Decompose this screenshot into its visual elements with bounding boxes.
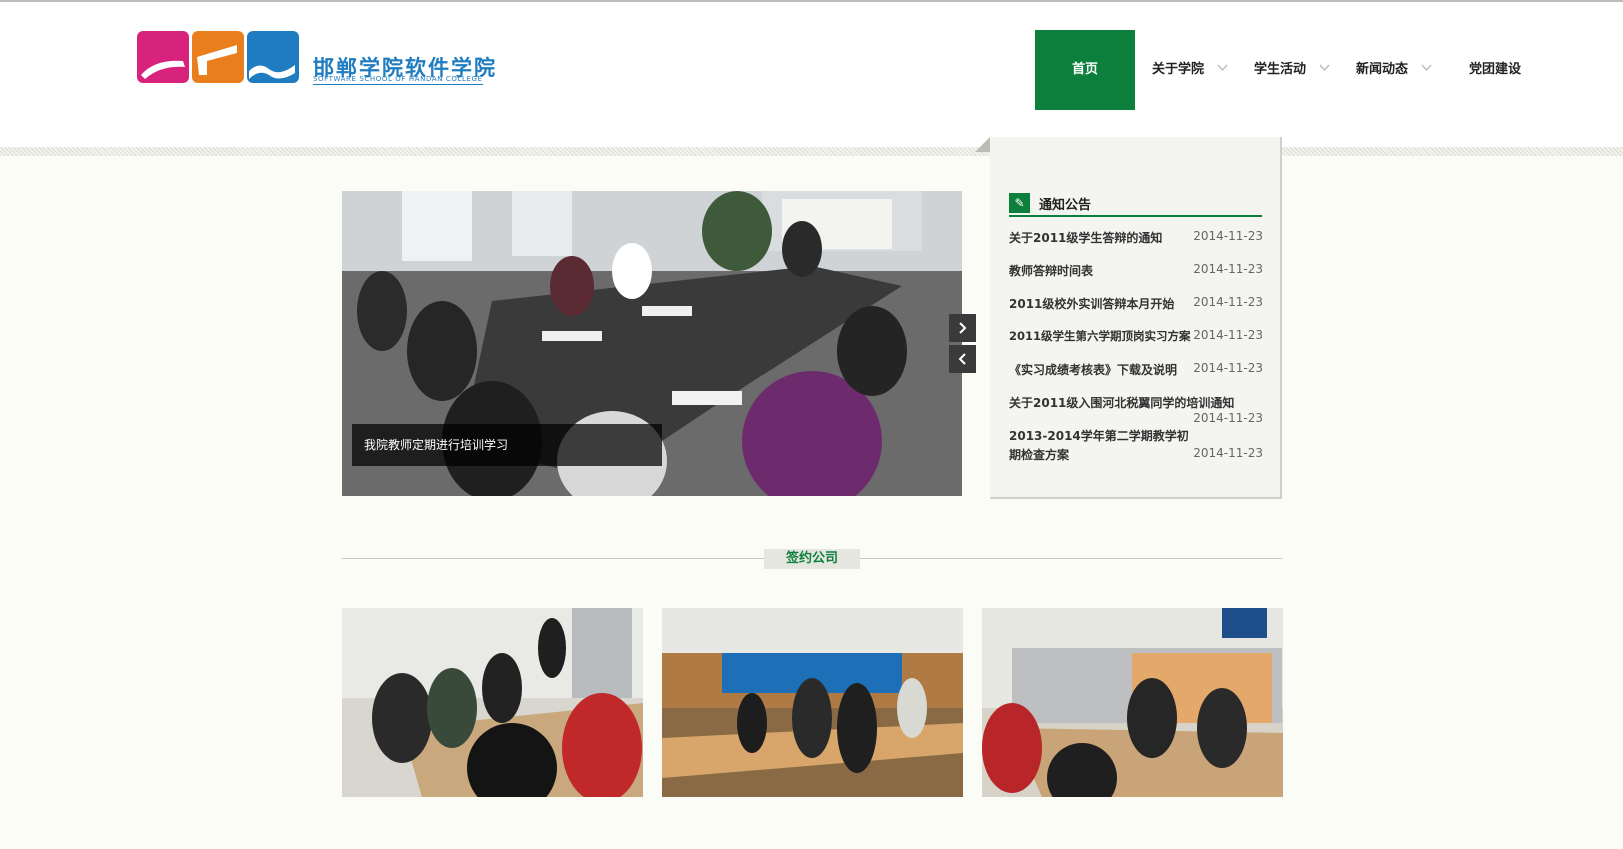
notice-panel: ✎ 通知公告 关于2011级学生答辩的通知 2014-11-23 教师答辩时间表… xyxy=(990,137,1282,499)
company-photo-2[interactable] xyxy=(662,608,963,797)
site-header: 邯郸学院软件学院 SOFTWARE SCHOOL OF HANDAN COLLE… xyxy=(0,2,1623,152)
nav-item-student-activities[interactable]: 学生活动 xyxy=(1254,30,1306,110)
notice-link[interactable]: 2011级校外实训答辩本月开始 xyxy=(1009,295,1174,312)
company-photo-image xyxy=(662,608,963,797)
chevron-down-icon[interactable] xyxy=(1421,64,1432,72)
header-hatch-border xyxy=(0,147,1623,156)
company-photo-image xyxy=(982,608,1283,797)
notice-date: 2014-11-23 xyxy=(1193,229,1263,243)
slider-prev-button[interactable] xyxy=(949,345,976,373)
pencil-icon: ✎ xyxy=(1009,193,1030,213)
section-title-companies: 签约公司 xyxy=(764,549,860,569)
notice-list: 关于2011级学生答辩的通知 2014-11-23 教师答辩时间表 2014-1… xyxy=(1009,225,1263,462)
list-item[interactable]: 2011级校外实训答辩本月开始 2014-11-23 xyxy=(1009,291,1263,324)
site-logo[interactable]: 邯郸学院软件学院 SOFTWARE SCHOOL OF HANDAN COLLE… xyxy=(137,31,495,87)
notice-link[interactable]: 《实习成绩考核表》下载及说明 xyxy=(1009,361,1177,378)
notice-date: 2014-11-23 xyxy=(1193,361,1263,375)
notice-link[interactable]: 2011级学生第六学期顶岗实习方案 xyxy=(1009,328,1191,344)
chevron-down-icon[interactable] xyxy=(1217,64,1228,72)
list-item[interactable]: 关于2011级入围河北税翼同学的培训通知 2014-11-23 xyxy=(1009,390,1263,425)
nav-item-about[interactable]: 关于学院 xyxy=(1152,30,1204,110)
notice-panel-corner xyxy=(975,137,990,152)
list-item[interactable]: 《实习成绩考核表》下载及说明 2014-11-23 xyxy=(1009,357,1263,390)
company-photo-image xyxy=(342,608,643,797)
nav-item-home[interactable]: 首页 xyxy=(1035,30,1135,110)
chevron-right-icon xyxy=(959,322,967,334)
notice-link[interactable]: 教师答辩时间表 xyxy=(1009,262,1093,279)
notice-header: ✎ 通知公告 xyxy=(1009,193,1262,217)
notice-date: 2014-11-23 xyxy=(1193,295,1263,309)
list-item[interactable]: 关于2011级学生答辩的通知 2014-11-23 xyxy=(1009,225,1263,258)
slider-next-button[interactable] xyxy=(949,314,976,342)
slide-caption: 我院教师定期进行培训学习 xyxy=(352,424,662,466)
notice-link[interactable]: 关于2011级学生答辩的通知 xyxy=(1009,229,1162,246)
nav-item-news[interactable]: 新闻动态 xyxy=(1356,30,1408,110)
list-item[interactable]: 2011级学生第六学期顶岗实习方案 2014-11-23 xyxy=(1009,324,1263,357)
logo-emblem-icon xyxy=(137,31,299,83)
chevron-down-icon[interactable] xyxy=(1319,64,1330,72)
chevron-left-icon xyxy=(958,353,966,365)
logo-english-name: SOFTWARE SCHOOL OF HANDAN COLLEGE xyxy=(313,75,483,85)
notice-link[interactable]: 关于2011级入围河北税翼同学的培训通知 xyxy=(1009,394,1234,411)
list-item[interactable]: 教师答辩时间表 2014-11-23 xyxy=(1009,258,1263,291)
nav-item-party[interactable]: 党团建设 xyxy=(1469,30,1521,110)
notice-title: 通知公告 xyxy=(1039,198,1092,213)
company-photo-1[interactable] xyxy=(342,608,643,797)
image-slider[interactable]: 我院教师定期进行培训学习 xyxy=(342,191,962,496)
notice-date: 2014-11-23 xyxy=(1193,328,1263,342)
notice-date: 2014-11-23 xyxy=(1193,446,1263,460)
company-photo-3[interactable] xyxy=(982,608,1283,797)
list-item[interactable]: 2013-2014学年第二学期教学初期检查方案 2014-11-23 xyxy=(1009,423,1263,462)
notice-date: 2014-11-23 xyxy=(1193,262,1263,276)
notice-link[interactable]: 2013-2014学年第二学期教学初期检查方案 xyxy=(1009,427,1199,465)
